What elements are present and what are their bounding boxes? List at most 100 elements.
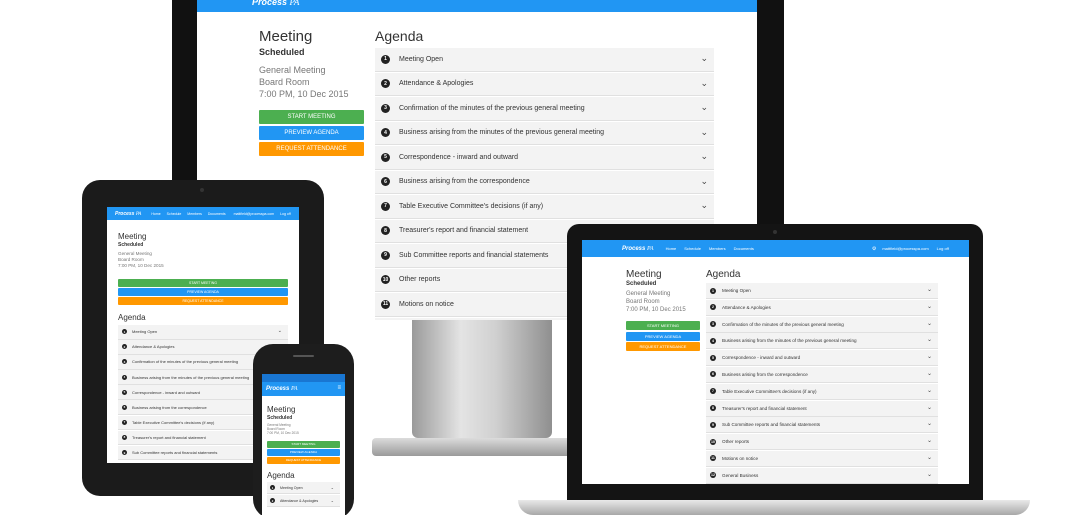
agenda-item[interactable]: 4 Business arising from the minutes of th…: [375, 121, 714, 145]
agenda-item[interactable]: 3 Confirmation of the minutes of the prev…: [706, 316, 938, 333]
agenda-item[interactable]: 1 Meeting Open ⌄: [706, 283, 938, 299]
chevron-down-icon[interactable]: ⌄: [700, 151, 708, 162]
chevron-down-icon[interactable]: ⌄: [278, 328, 282, 334]
preview-agenda-button[interactable]: PREVIEW AGENDA: [267, 449, 340, 456]
agenda-item-label: Table Executive Committee's decisions (i…: [722, 388, 817, 394]
chevron-down-icon[interactable]: ⌄: [700, 102, 708, 113]
chevron-down-icon[interactable]: ⌄: [927, 320, 932, 327]
agenda-item-number: 3: [710, 321, 716, 328]
nav-members[interactable]: Members: [187, 212, 202, 216]
request-attendance-button[interactable]: REQUEST ATTENDANCE: [118, 297, 288, 305]
nav-home[interactable]: Home: [666, 246, 677, 251]
agenda-item[interactable]: 5 Correspondence - inward and outward ⌄: [706, 350, 938, 367]
nav-schedule[interactable]: Schedule: [167, 212, 182, 216]
agenda-item[interactable]: 2 Attendance & Apologies ⌄: [267, 495, 340, 507]
chevron-down-icon[interactable]: ⌄: [927, 370, 932, 377]
brand-logo[interactable]: Process PA: [252, 0, 299, 7]
start-meeting-button[interactable]: START MEETING: [267, 441, 340, 448]
start-meeting-button[interactable]: START MEETING: [118, 279, 288, 287]
nav-documents[interactable]: Documents: [734, 246, 754, 251]
nav-documents[interactable]: Documents: [208, 212, 226, 216]
meeting-datetime: 7:00 PM, 10 Dec 2015: [267, 431, 299, 435]
agenda-item-label: Meeting Open: [280, 485, 303, 490]
agenda-item[interactable]: 3 Confirmation of the minutes of the prev…: [375, 97, 714, 121]
agenda-item-number: 10: [381, 275, 390, 285]
agenda-item[interactable]: 2 Attendance & Apologies ⌄: [375, 72, 714, 96]
chevron-down-icon[interactable]: ⌄: [927, 353, 932, 360]
chevron-down-icon[interactable]: ⌄: [927, 404, 932, 411]
agenda-item[interactable]: 11 Motions on notice ⌄: [706, 450, 938, 467]
agenda-item[interactable]: 9 Sub Committee reports and financial sta…: [706, 417, 938, 434]
agenda-item-label: Business arising from the correspondence: [399, 178, 530, 186]
chevron-down-icon[interactable]: ⌄: [927, 454, 932, 461]
chevron-down-icon[interactable]: ⌄: [331, 498, 334, 503]
chevron-down-icon[interactable]: ⌄: [927, 303, 932, 310]
logoff-link[interactable]: Log off: [280, 212, 291, 216]
chevron-down-icon[interactable]: ⌄: [700, 78, 708, 89]
agenda-item[interactable]: 5 Correspondence - inward and outward ⌄: [375, 146, 714, 170]
agenda-item-number: 8: [381, 226, 390, 236]
agenda-item-label: Business arising from the minutes of the…: [722, 338, 857, 344]
chevron-down-icon[interactable]: ⌄: [700, 200, 708, 211]
meeting-type: General Meeting: [626, 291, 671, 297]
agenda-item-label: Motions on notice: [722, 455, 759, 461]
agenda-item[interactable]: 6 Business arising from the correspondenc…: [706, 366, 938, 383]
gear-icon[interactable]: ⚙: [872, 246, 876, 252]
meeting-status: Scheduled: [626, 281, 657, 287]
laptop-brand-logo[interactable]: Process PA: [622, 246, 654, 252]
preview-agenda-button[interactable]: PREVIEW AGENDA: [626, 331, 700, 341]
request-attendance-button[interactable]: REQUEST ATTENDANCE: [259, 142, 364, 156]
app-header: Process PA: [197, 0, 757, 12]
preview-agenda-button[interactable]: PREVIEW AGENDA: [118, 288, 288, 296]
agenda-item[interactable]: 1 Meeting Open ⌄: [267, 482, 340, 494]
hamburger-icon[interactable]: ≡: [337, 385, 341, 391]
request-attendance-button[interactable]: REQUEST ATTENDANCE: [267, 457, 340, 464]
agenda-item[interactable]: 1 Meeting Open ⌄: [375, 48, 714, 72]
meeting-title: Meeting: [259, 28, 313, 45]
agenda-item-number: 1: [381, 54, 390, 64]
agenda-item[interactable]: 7 Table Executive Committee's decisions (…: [375, 195, 714, 219]
agenda-item-label: Table Executive Committee's decisions (i…: [132, 419, 215, 425]
request-attendance-button[interactable]: REQUEST ATTENDANCE: [626, 342, 700, 351]
agenda-item-number: 5: [122, 389, 127, 395]
agenda-item[interactable]: 7 Table Executive Committee's decisions (…: [706, 383, 938, 400]
chevron-down-icon[interactable]: ⌄: [927, 437, 932, 444]
chevron-down-icon[interactable]: ⌄: [700, 176, 708, 187]
chevron-down-icon[interactable]: ⌄: [927, 336, 932, 343]
start-meeting-button[interactable]: START MEETING: [259, 110, 364, 124]
chevron-down-icon[interactable]: ⌄: [927, 387, 932, 394]
agenda-item-number: 8: [710, 405, 716, 412]
agenda-item-number: 10: [710, 438, 716, 445]
agenda-item-number: 5: [381, 152, 390, 162]
agenda-item[interactable]: 6 Business arising from the correspondenc…: [375, 170, 714, 194]
nav-members[interactable]: Members: [709, 246, 726, 251]
chevron-down-icon[interactable]: ⌄: [927, 420, 932, 427]
agenda-title: Agenda: [118, 313, 146, 322]
chevron-down-icon[interactable]: ⌄: [331, 485, 334, 490]
phone-brand-logo[interactable]: Process PA: [266, 386, 298, 392]
tablet-app-header: Process PA Home Schedule Members Documen…: [107, 207, 299, 220]
agenda-item-number: 11: [381, 299, 390, 309]
chevron-down-icon[interactable]: ⌄: [927, 471, 932, 478]
nav-home[interactable]: Home: [151, 212, 160, 216]
start-meeting-button[interactable]: START MEETING: [626, 321, 700, 330]
chevron-down-icon[interactable]: ⌄: [927, 286, 932, 293]
tablet-brand-logo[interactable]: Process PA: [115, 211, 141, 217]
agenda-item[interactable]: 8 Treasurer's report and financial statem…: [706, 400, 938, 417]
user-email[interactable]: mattfield@processpa.com: [234, 212, 275, 216]
agenda-item-label: Attendance & Apologies: [722, 304, 771, 310]
agenda-item[interactable]: 4 Business arising from the minutes of th…: [706, 333, 938, 350]
meeting-title: Meeting: [118, 232, 147, 241]
nav-schedule[interactable]: Schedule: [684, 246, 701, 251]
agenda-item[interactable]: 10 Other reports ⌄: [706, 434, 938, 451]
agenda-item[interactable]: 12 General Business ⌄: [706, 467, 938, 484]
chevron-down-icon[interactable]: ⌄: [700, 53, 708, 64]
agenda-list: 1Meeting Open⌄2Attendance & Apologies⌄3C…: [706, 283, 938, 484]
chevron-down-icon[interactable]: ⌄: [700, 127, 708, 138]
agenda-item[interactable]: 1 Meeting Open ⌄: [118, 325, 288, 340]
agenda-item[interactable]: 2 Attendance & Apologies ⌄: [706, 299, 938, 316]
agenda-item-label: Correspondence - inward and outward: [399, 153, 519, 161]
logoff-link[interactable]: Log off: [937, 246, 949, 251]
user-email[interactable]: mattfield@processpa.com: [882, 246, 928, 251]
preview-agenda-button[interactable]: PREVIEW AGENDA: [259, 126, 364, 140]
